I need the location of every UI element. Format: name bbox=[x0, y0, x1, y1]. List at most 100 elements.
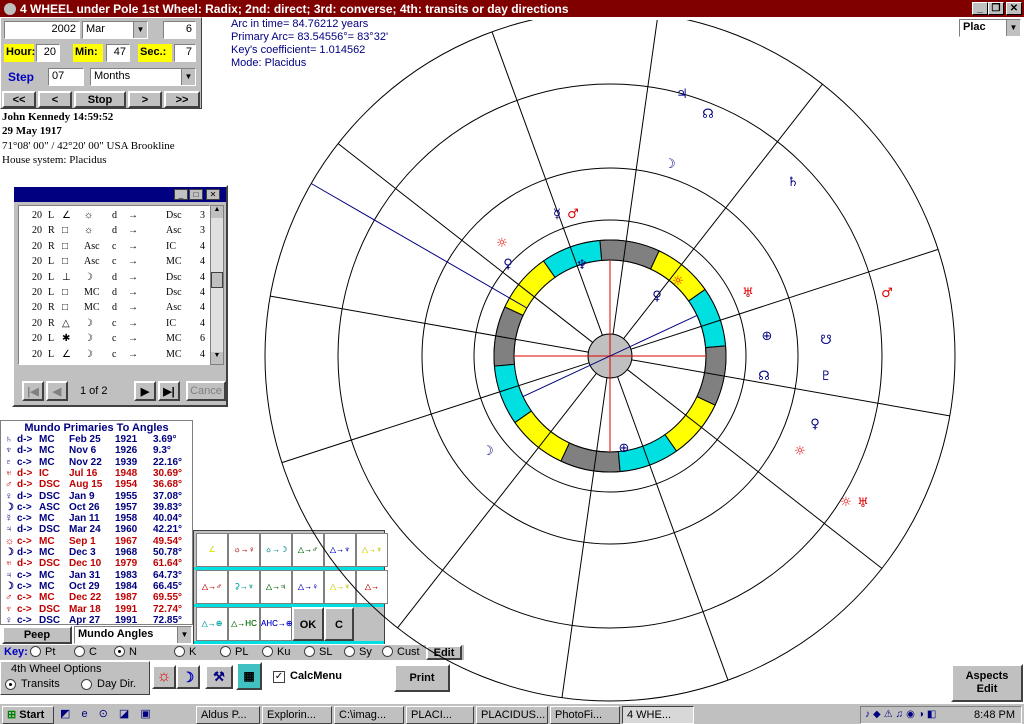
aspect-cell-n: 20 bbox=[32, 210, 42, 221]
step-unit-select[interactable]: Months ▼ bbox=[90, 68, 196, 86]
year-field[interactable]: 2002 bbox=[4, 21, 80, 39]
uranus-icon: ♅ bbox=[857, 496, 869, 511]
forward-button[interactable]: > bbox=[128, 91, 162, 108]
key-radio-k[interactable] bbox=[174, 646, 185, 657]
taskbar-task[interactable]: Aldus P... bbox=[196, 706, 260, 724]
tool-button-row2-0[interactable]: △→♂ bbox=[196, 570, 228, 604]
wheel-options-title: 4th Wheel Options bbox=[11, 663, 102, 675]
next-page-icon[interactable]: ▶ bbox=[134, 381, 156, 401]
taskbar-task[interactable]: PLACI... bbox=[406, 706, 474, 724]
primary-cell-k: d-> bbox=[17, 524, 33, 536]
taskbar-task[interactable]: PhotoFi... bbox=[550, 706, 620, 724]
key-radio-c[interactable] bbox=[74, 646, 85, 657]
list-item[interactable]: 20 R □ ☼ d → Asc 3 bbox=[32, 224, 222, 239]
table-row[interactable]: ☽ c-> ASC Oct 26 1957 39.83° bbox=[3, 502, 192, 513]
start-button[interactable]: ⊞ Start bbox=[2, 706, 54, 724]
table-row[interactable]: ♂ c-> MC Dec 22 1987 69.55° bbox=[3, 592, 192, 603]
aspect-cell-n: 20 bbox=[32, 240, 42, 252]
list-item[interactable]: 20 L ∠ ☼ d → Dsc 3 bbox=[32, 209, 222, 224]
tool-button-row3-0[interactable]: △→⊕ bbox=[196, 607, 228, 641]
back-button[interactable]: < bbox=[38, 91, 72, 108]
key-radio-n[interactable] bbox=[114, 646, 125, 657]
hour-field[interactable]: 20 bbox=[36, 44, 60, 62]
transits-radio[interactable] bbox=[5, 679, 16, 690]
list-item[interactable]: 20 R □ MC d → Asc 4 bbox=[32, 301, 222, 316]
chevron-down-icon[interactable]: ▼ bbox=[177, 627, 191, 643]
chevron-down-icon[interactable]: ▼ bbox=[181, 69, 195, 85]
table-row[interactable]: ☼ c-> MC Sep 1 1967 49.54° bbox=[3, 536, 192, 547]
primary-cell-v: 30.69° bbox=[153, 467, 183, 479]
primary-cell-v: 42.21° bbox=[153, 524, 183, 536]
sun-icon[interactable]: ☼ bbox=[152, 665, 176, 689]
subject-name: John Kennedy 14:59:52 bbox=[2, 111, 114, 123]
primary-cell-d: Dec 10 bbox=[69, 558, 102, 570]
system-tray: ♪◆⚠♫◉◑◧ 8:48 PM bbox=[860, 706, 1022, 724]
daydir-radio[interactable] bbox=[81, 679, 92, 690]
step-field[interactable]: 07 bbox=[48, 68, 84, 86]
fast-back-button[interactable]: << bbox=[2, 91, 36, 108]
table-row[interactable]: ☽ c-> MC Oct 29 1984 66.45° bbox=[3, 581, 192, 592]
primary-cell-g: ♂ bbox=[5, 592, 13, 604]
list-item[interactable]: 20 R △ ☽ c → IC 4 bbox=[32, 317, 222, 332]
prev-page-icon[interactable]: ◀ bbox=[46, 381, 68, 401]
primary-cell-y: 1958 bbox=[115, 513, 138, 525]
table-row[interactable]: ♅ d-> DSC Dec 10 1979 61.64° bbox=[3, 558, 192, 569]
primary-cell-k: c-> bbox=[17, 456, 32, 468]
table-row[interactable]: ♆ d-> MC Nov 6 1926 9.3° bbox=[3, 445, 192, 456]
minimize-icon[interactable]: _ bbox=[174, 189, 188, 200]
table-row[interactable]: ♇ c-> MC Nov 22 1939 22.16° bbox=[3, 457, 192, 468]
sec-field[interactable]: 7 bbox=[174, 44, 196, 62]
list-item[interactable]: 20 R □ Asc c → IC 4 bbox=[32, 240, 222, 255]
first-page-icon[interactable]: |◀ bbox=[22, 381, 44, 401]
fast-forward-button[interactable]: >> bbox=[164, 91, 200, 108]
table-row[interactable]: ♃ c-> MC Jan 31 1983 64.73° bbox=[3, 570, 192, 581]
taskbar-task[interactable]: 4 WHE... bbox=[622, 706, 694, 724]
cancel-button[interactable]: Cance bbox=[186, 381, 226, 401]
month-select[interactable]: Mar ▼ bbox=[82, 21, 148, 39]
primary-cell-y: 1960 bbox=[115, 524, 138, 536]
quick-launch[interactable]: ◩ e ⊙ ◪ ▣ bbox=[60, 707, 188, 723]
last-page-icon[interactable]: ▶| bbox=[158, 381, 180, 401]
list-item[interactable]: 20 L □ MC d → Dsc 4 bbox=[32, 286, 222, 301]
table-row[interactable]: ♂ d-> DSC Aug 15 1954 36.68° bbox=[3, 479, 192, 490]
table-row[interactable]: ♃ d-> DSC Mar 24 1960 42.21° bbox=[3, 524, 192, 535]
primaries-title: Mundo Primaries To Angles bbox=[24, 422, 169, 434]
moon-icon[interactable]: ☽ bbox=[176, 665, 200, 689]
table-row[interactable]: ♅ d-> IC Jul 16 1948 30.69° bbox=[3, 468, 192, 479]
chart-wheel[interactable]: ☼ ☼ ☼ ☼ ♀ ♀ ♀ ♂ ♂ ☽ ☽ ♃ ♄ ☿ ♆ ♅ ♅ ♇ ☊ ⊕ ⊕ ☋ ☊ bbox=[230, 20, 1020, 704]
aspect-cell-t: c bbox=[112, 317, 117, 329]
table-row[interactable]: ♀ c-> DSC Apr 27 1991 72.85° bbox=[3, 615, 192, 626]
taskbar-task[interactable]: PLACIDUS... bbox=[476, 706, 548, 724]
list-item[interactable]: 20 L ∠ ☽ c → MC 4 bbox=[32, 348, 222, 363]
list-item[interactable]: 20 L ⊥ ☽ d → Dsc 4 bbox=[32, 271, 222, 286]
peep-button[interactable]: Peep bbox=[2, 626, 72, 644]
taskbar-task[interactable]: Explorin... bbox=[262, 706, 332, 724]
list-item[interactable]: 20 L ✱ ☽ c → MC 6 bbox=[32, 332, 222, 347]
primary-cell-k: d-> bbox=[17, 547, 33, 558]
close-button[interactable]: ✕ bbox=[1006, 2, 1022, 15]
key-radio-pt[interactable] bbox=[30, 646, 41, 657]
maximize-icon[interactable]: □ bbox=[189, 189, 203, 200]
table-row[interactable]: ♄ d-> MC Feb 25 1921 3.69° bbox=[3, 434, 192, 445]
table-row[interactable]: ♀ d-> DSC Jan 9 1955 37.08° bbox=[3, 491, 192, 502]
aspect-cell-target: Asc bbox=[166, 302, 182, 314]
tools-icon[interactable]: ⚒ bbox=[205, 665, 233, 689]
min-field[interactable]: 47 bbox=[106, 44, 130, 62]
stop-button[interactable]: Stop bbox=[74, 91, 126, 108]
table-row[interactable]: ☽ d-> MC Dec 3 1968 50.78° bbox=[3, 547, 192, 558]
close-icon[interactable]: ✕ bbox=[206, 189, 220, 200]
chevron-down-icon[interactable]: ▼ bbox=[133, 22, 147, 38]
peep-select[interactable]: Mundo Angles ▼ bbox=[74, 626, 192, 644]
aspect-cell-p: ☽ bbox=[84, 333, 93, 345]
primary-cell-k: d-> bbox=[17, 490, 33, 502]
taskbar-task[interactable]: C:\imag... bbox=[334, 706, 404, 724]
maximize-button[interactable]: ❐ bbox=[988, 2, 1004, 15]
minimize-button[interactable]: _ bbox=[972, 2, 988, 15]
day-field[interactable]: 6 bbox=[163, 21, 196, 39]
list-item[interactable]: 20 L □ Asc c → MC 4 bbox=[32, 255, 222, 270]
table-row[interactable]: ☿ c-> MC Jan 11 1958 40.04° bbox=[3, 513, 192, 524]
tray-icons[interactable]: ♪◆⚠♫◉◑◧ bbox=[865, 709, 939, 720]
tool-button-row1-0[interactable]: ∠ bbox=[196, 533, 228, 567]
table-row[interactable]: ♆ c-> DSC Mar 18 1991 72.74° bbox=[3, 604, 192, 615]
aspect-cell-target: Dsc bbox=[166, 287, 182, 298]
